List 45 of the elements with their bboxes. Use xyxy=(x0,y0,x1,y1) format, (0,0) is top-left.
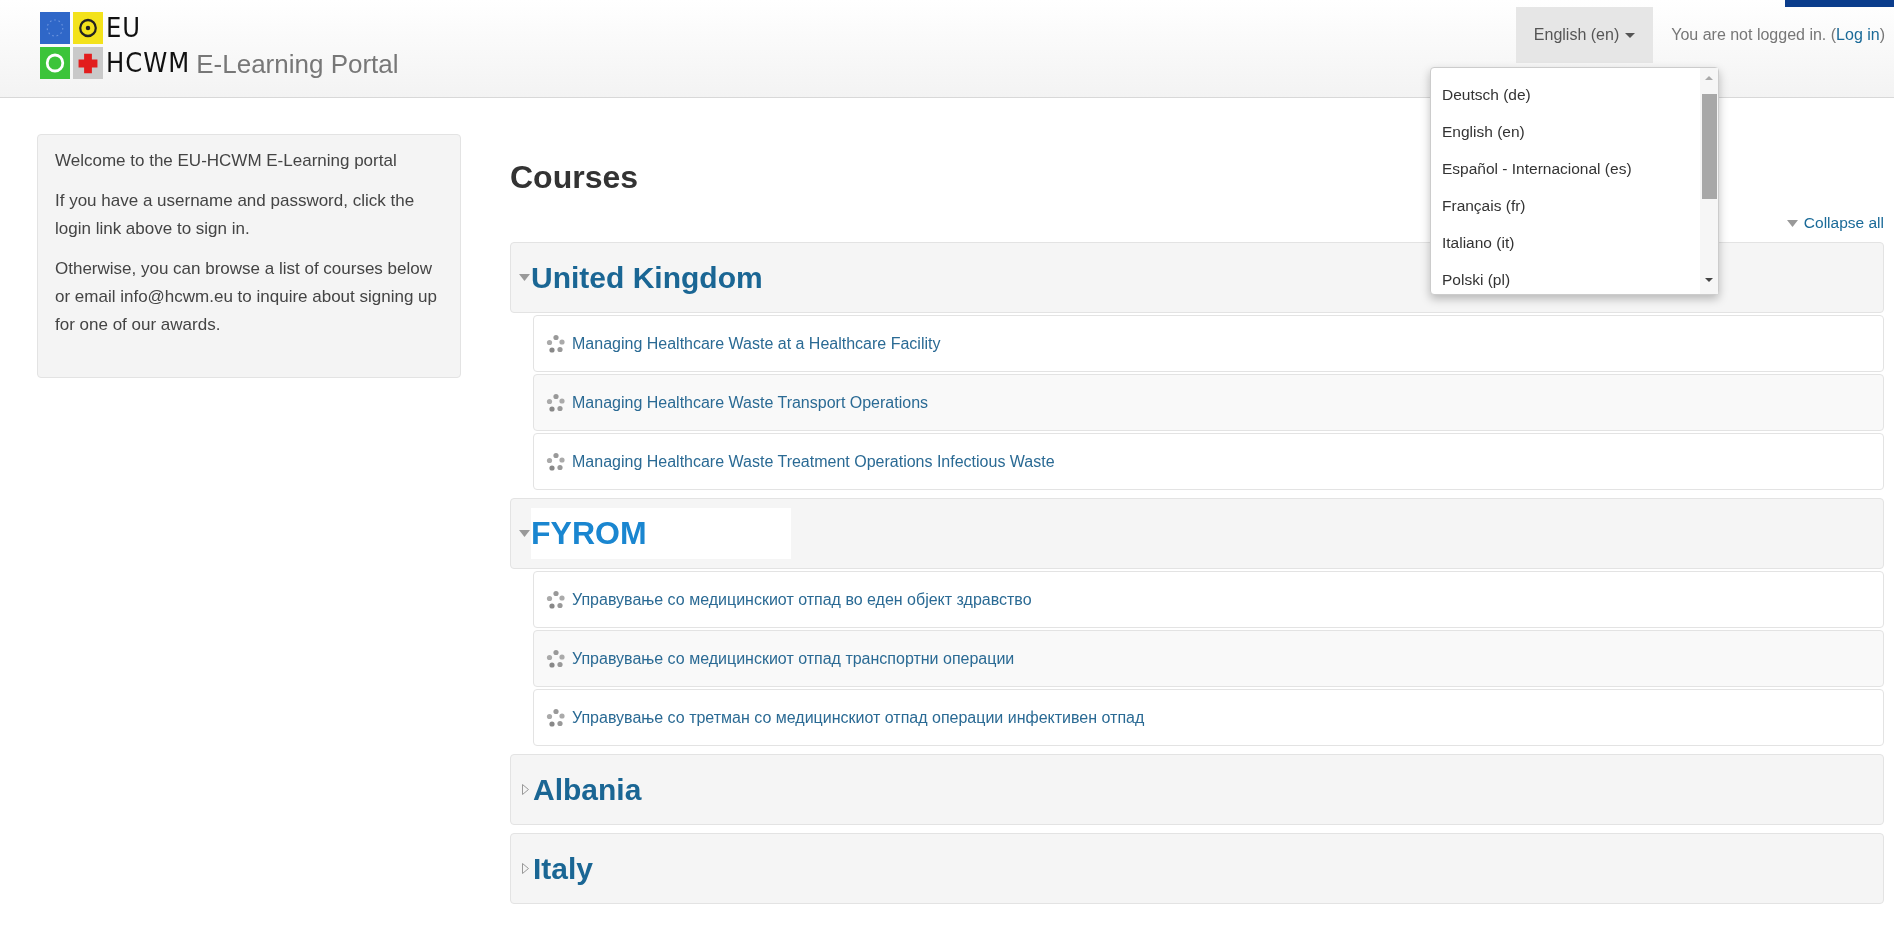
collapse-all-link[interactable]: Collapse all xyxy=(1786,212,1884,234)
course-link[interactable]: Управување со третман со медицинскиот отпад операции инфективен отпад xyxy=(572,708,1145,727)
caret-icon xyxy=(521,784,529,795)
login-info: You are not logged in. (Log in) xyxy=(1671,26,1885,44)
course-link[interactable]: Управување со медицинскиот отпад во еден објект здравство xyxy=(572,590,1032,609)
caret-icon xyxy=(518,274,530,281)
category-link[interactable]: FYROM xyxy=(531,508,791,559)
category-link[interactable]: Italy xyxy=(533,851,594,886)
caret-icon xyxy=(521,863,529,874)
logo[interactable]: EU HCWM xyxy=(40,12,191,79)
logo-text: EU xyxy=(106,12,143,44)
course-icon xyxy=(546,392,566,413)
page-title: Courses xyxy=(510,158,639,196)
course-link[interactable]: Managing Healthcare Waste at a Healthcare Facility xyxy=(572,334,941,353)
welcome-text: Otherwise, you can browse a list of courses below or email info@hcwm.eu to inquire about signing up for one of our awards. xyxy=(55,258,439,336)
flag-icon xyxy=(40,12,70,44)
language-option[interactable]: Français (fr) xyxy=(1431,187,1700,224)
course-icon xyxy=(546,648,566,669)
caret-icon xyxy=(518,530,530,537)
language-option[interactable]: Polski (pl) xyxy=(1431,261,1700,298)
course-link[interactable]: Managing Healthcare Waste Treatment Operations Infectious Waste xyxy=(572,452,1055,471)
course-icon xyxy=(546,589,566,610)
course-icon xyxy=(546,707,566,728)
scrollbar[interactable] xyxy=(1700,68,1718,294)
caret-icon xyxy=(1625,32,1636,38)
language-option[interactable]: English (en) xyxy=(1431,113,1700,150)
language-option[interactable]: Español - Internacional (es) xyxy=(1431,150,1700,187)
welcome-text: If you have a username and password, click the login link above to sign in. xyxy=(55,190,416,240)
biohazard-icon xyxy=(73,12,103,44)
site-name: E-Learning Portal xyxy=(196,49,399,79)
category-link[interactable]: Albania xyxy=(533,772,642,807)
language-option[interactable]: Italiano (it) xyxy=(1431,224,1700,261)
caret-icon xyxy=(1786,219,1798,227)
logo-text: HCWM xyxy=(106,47,191,79)
welcome-text: Welcome to the EU-HCWM E-Learning portal xyxy=(55,150,398,172)
course-icon xyxy=(546,451,566,472)
course-icon xyxy=(546,333,566,354)
language-button[interactable]: English (en) xyxy=(1515,7,1654,63)
login-link[interactable]: Log in xyxy=(1836,26,1880,43)
cross-icon xyxy=(73,47,103,79)
language-option[interactable]: Deutsch (de) xyxy=(1431,76,1700,113)
course-link[interactable]: Managing Healthcare Waste Transport Operations xyxy=(572,393,929,412)
course-link[interactable]: Управување со медицинскиот отпад транспортни операции xyxy=(572,649,1015,668)
recycle-icon xyxy=(40,47,70,79)
category-link[interactable]: United Kingdom xyxy=(531,260,763,295)
